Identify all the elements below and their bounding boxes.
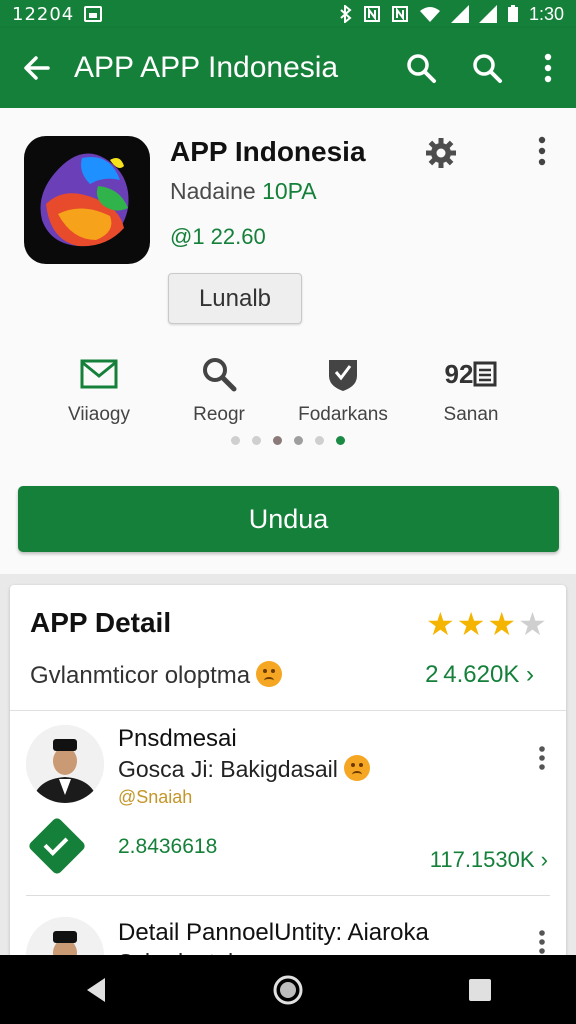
more-vert-icon [538, 136, 546, 166]
page-dot [315, 436, 324, 445]
page-indicator [0, 436, 576, 445]
app-logo [24, 136, 150, 264]
app-more-button[interactable] [528, 136, 556, 170]
app-price: @1 22.60 [170, 224, 266, 249]
app-bar: APP APP Indonesia [0, 28, 576, 108]
settings-button[interactable] [424, 136, 458, 170]
app-detail-card: APP Detail ★ ★ ★ ★ Gvlanmticor oloptma 2… [10, 585, 566, 995]
reviewer-name: Pnsdmesai [118, 725, 237, 752]
search-button[interactable] [388, 28, 454, 108]
overflow-menu-button[interactable] [520, 28, 576, 108]
review-tag: @Snaiah [118, 787, 193, 807]
developer-prefix: Nadaine [170, 178, 263, 204]
detail-subtitle-row[interactable]: Gvlanmticor oloptma 2 4.620K › [30, 661, 550, 690]
star-empty-icon: ★ [518, 606, 547, 642]
stat-item-list[interactable]: 92 Sanan [416, 354, 526, 426]
nav-recents-button[interactable] [450, 960, 510, 1020]
review-text-content: Gosca Ji: Bakigdasail [118, 756, 338, 782]
search-button-2[interactable] [454, 28, 520, 108]
search-icon [407, 54, 436, 83]
recents-square-icon [469, 978, 491, 1001]
secondary-action-button[interactable]: Lunalb [168, 273, 302, 324]
worried-face-icon [343, 755, 370, 781]
divider [10, 710, 566, 711]
page-dot [252, 436, 261, 445]
home-circle-icon [273, 975, 303, 1004]
signal-icon [450, 5, 469, 23]
rating-stars: ★ ★ ★ ★ [426, 607, 547, 641]
status-left-text: 12204 [12, 3, 75, 25]
status-bar: 12204 1:30 [0, 0, 576, 28]
star-icon: ★ [426, 606, 455, 642]
gear-icon [426, 138, 456, 168]
arrow-left-icon [24, 56, 50, 80]
battery-icon [507, 5, 518, 22]
review-text: Gosca Ji: Bakigdasail [118, 755, 370, 783]
developer-name[interactable]: Nadaine 10PA [170, 178, 317, 205]
avatar-photo [26, 725, 104, 803]
stat-item-search[interactable]: Reogr [164, 354, 274, 426]
star-icon: ★ [456, 606, 486, 642]
back-triangle-icon [87, 977, 105, 1002]
detail-subtitle: Gvlanmticor oloptma [30, 662, 251, 689]
stat-number: 2.8436618 [118, 835, 218, 858]
reviewer-name: Detail PannoelUntity: Aiaroka [118, 919, 429, 946]
silent-icon [391, 6, 408, 22]
stat-label: Fodarkans [298, 404, 388, 425]
status-icons: 1:30 [339, 4, 564, 25]
app-name: APP Indonesia [170, 136, 366, 167]
list-icon [473, 361, 497, 387]
system-nav-bar [0, 955, 576, 1024]
shield-hand-icon [329, 360, 357, 391]
divider [26, 895, 550, 896]
wifi-icon [419, 7, 440, 22]
stat-label: Viiaogy [68, 404, 130, 425]
review-count-link[interactable]: 2 4.620K › [425, 661, 534, 689]
install-button[interactable]: Undua [18, 486, 559, 552]
review-more-button[interactable] [534, 929, 550, 955]
more-vert-icon [539, 746, 545, 770]
signal-icon [478, 5, 497, 23]
status-time: 1:30 [528, 3, 564, 24]
image-icon [84, 6, 103, 22]
stat-number: 92 [444, 358, 474, 389]
stat-label: Reogr [193, 404, 245, 425]
card-title: APP Detail [30, 607, 172, 638]
page-dot [273, 436, 282, 445]
more-vert-icon [544, 53, 552, 83]
app-logo-graphic [40, 153, 129, 247]
page-dot [231, 436, 240, 445]
stat-link[interactable]: 117.1530K › [430, 847, 548, 873]
mail-icon [80, 359, 118, 389]
stat-item-mail[interactable]: Viiaogy [44, 354, 154, 426]
search-icon [473, 54, 502, 83]
page-dot [294, 436, 303, 445]
nav-back-button[interactable] [66, 960, 126, 1020]
sad-face-icon [256, 661, 283, 687]
stat-label: Sanan [443, 404, 499, 425]
more-vert-icon [539, 930, 545, 954]
verified-badge-icon [27, 816, 87, 876]
stat-item-shield[interactable]: Fodarkans [288, 354, 398, 426]
star-icon: ★ [487, 606, 517, 642]
bluetooth-icon [340, 5, 352, 23]
nav-home-button[interactable] [258, 960, 318, 1020]
app-hero-section: APP Indonesia Nadaine 10PA @1 22.60 Luna… [0, 108, 576, 574]
search-icon [203, 358, 237, 392]
back-button[interactable] [0, 28, 74, 108]
developer-highlight: 10PA [262, 178, 317, 204]
page-dot-active [336, 436, 345, 445]
nfc-icon [363, 6, 380, 22]
avatar[interactable] [26, 725, 104, 803]
app-bar-title: APP APP Indonesia [74, 51, 339, 84]
review-more-button[interactable] [534, 745, 550, 771]
